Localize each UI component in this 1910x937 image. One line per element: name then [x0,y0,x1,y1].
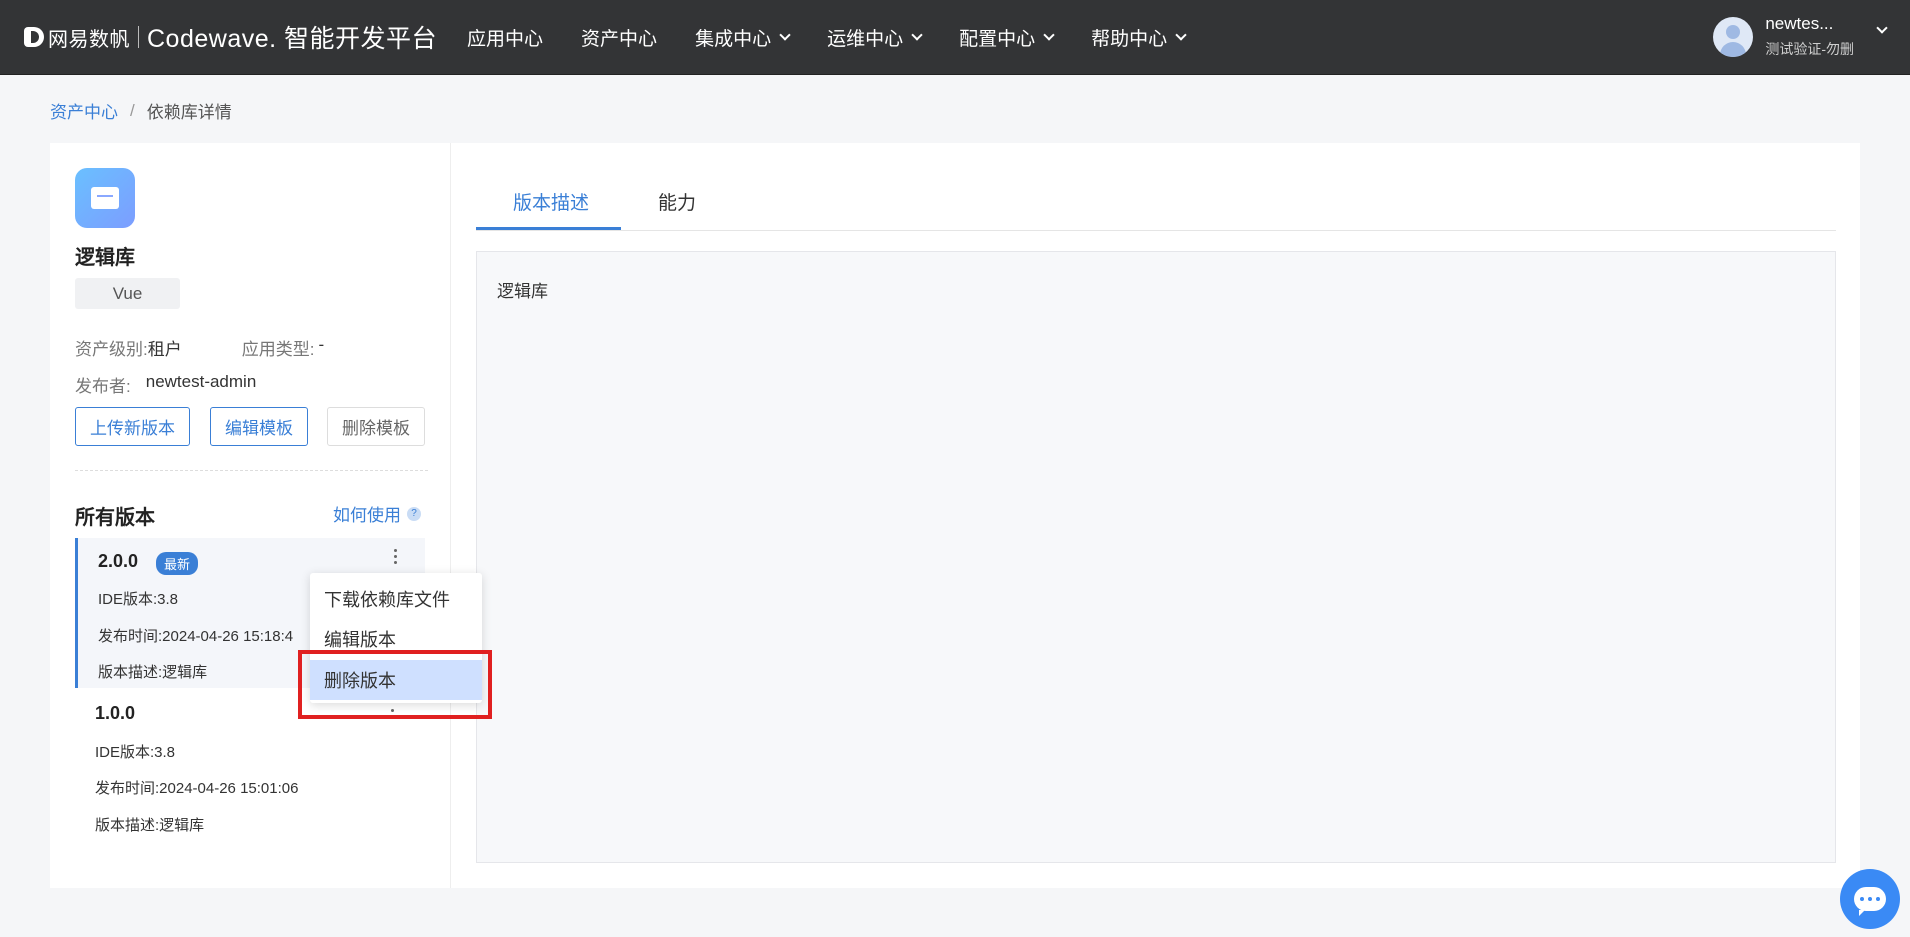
kebab-menu-icon[interactable] [394,549,398,567]
asset-level-value: 租户 [147,340,182,359]
chevron-down-icon [911,28,923,41]
delete-template-button[interactable]: 删除模板 [327,407,425,446]
top-navigation-bar: 网易数帆 Codewave. 智能开发平台 应用中心 资产中心 集成中心 运维中… [0,0,1910,75]
brand-product: Codewave. 智能开发平台 [147,25,438,53]
nav-label: 资产中心 [581,28,658,50]
upload-version-button[interactable]: 上传新版本 [75,407,190,446]
description-text: 逻辑库 [497,282,548,301]
publisher-value: newtest-admin [145,372,257,391]
asset-meta-row: 资产级别: 租户 应用类型: - [75,335,324,360]
version-desc: 版本描述:逻辑库 [95,817,205,834]
nav-label: 集成中心 [695,28,772,50]
how-to-use-link[interactable]: 如何使用 ? [333,501,421,526]
tab-capability[interactable]: 能力 [658,188,696,215]
menu-item-download-library[interactable]: 下载依赖库文件 [310,579,482,619]
how-to-use-label: 如何使用 [333,506,401,525]
asset-level-label: 资产级别: [75,340,148,359]
version-detail-panel: 版本描述 能力 逻辑库 [450,143,1860,888]
user-org: 测试验证-勿删 [1765,41,1854,57]
edit-template-button[interactable]: 编辑模板 [210,407,308,446]
version-ide: IDE版本:3.8 [95,744,176,761]
library-title: 逻辑库 [75,247,135,269]
main-nav: 应用中心 资产中心 集成中心 运维中心 配置中心 帮助中心 [467,0,1223,75]
nav-app-center[interactable]: 应用中心 [467,24,543,51]
user-menu[interactable]: newtes... 测试验证-勿删 [1713,14,1888,59]
detail-tabs: 版本描述 能力 [476,143,1836,231]
help-icon: ? [407,506,421,521]
nav-label: 帮助中心 [1091,28,1168,50]
framework-tag: Vue [75,278,180,309]
version-published: 发布时间:2024-04-26 15:18:4 [98,628,294,645]
brand-company: 网易数帆 [48,28,130,51]
publisher-label: 发布者: [75,377,131,396]
description-box: 逻辑库 [476,251,1836,863]
nav-config-center[interactable]: 配置中心 [959,24,1055,51]
avatar[interactable] [1713,16,1754,57]
section-divider [75,470,428,471]
library-info-panel: 逻辑库 Vue 资产级别: 租户 应用类型: - 发布者: newtest-ad… [50,143,450,888]
tab-version-description[interactable]: 版本描述 [513,188,589,215]
folder-icon [75,168,135,228]
latest-badge: 最新 [156,552,199,575]
breadcrumb: 资产中心 / 依赖库详情 [50,98,232,123]
nav-label: 配置中心 [959,28,1036,50]
chevron-down-icon[interactable] [1876,21,1888,34]
version-number: 1.0.0 [95,703,136,723]
annotation-highlight-box [298,650,492,719]
nav-asset-center[interactable]: 资产中心 [581,24,657,51]
version-published: 发布时间:2024-04-26 15:01:06 [95,780,299,797]
breadcrumb-asset-center[interactable]: 资产中心 [50,98,118,123]
app-type-label: 应用类型: [241,340,315,359]
app-type-value: - [318,335,325,354]
active-tab-indicator [476,227,621,230]
chat-bubble-icon [1854,887,1886,916]
breadcrumb-separator: / [130,100,135,120]
user-info: newtes... 测试验证-勿删 [1765,14,1854,59]
netease-logo-icon [24,27,44,47]
chevron-down-icon [1043,28,1055,41]
brand-divider [138,26,139,48]
breadcrumb-current: 依赖库详情 [146,103,232,122]
nav-help-center[interactable]: 帮助中心 [1091,24,1187,51]
version-desc: 版本描述:逻辑库 [98,664,208,681]
all-versions-title: 所有版本 [75,507,155,529]
nav-ops-center[interactable]: 运维中心 [827,24,923,51]
version-number: 2.0.0 [98,551,139,571]
user-name: newtes... [1765,14,1834,33]
chevron-down-icon [779,28,791,41]
chat-button[interactable] [1840,869,1900,929]
publisher-row: 发布者: newtest-admin [75,372,256,397]
nav-integration-center[interactable]: 集成中心 [695,24,791,51]
brand[interactable]: 网易数帆 Codewave. 智能开发平台 [24,19,437,55]
chevron-down-icon [1175,28,1187,41]
nav-label: 运维中心 [827,28,904,50]
version-ide: IDE版本:3.8 [98,591,179,608]
nav-label: 应用中心 [467,28,544,50]
